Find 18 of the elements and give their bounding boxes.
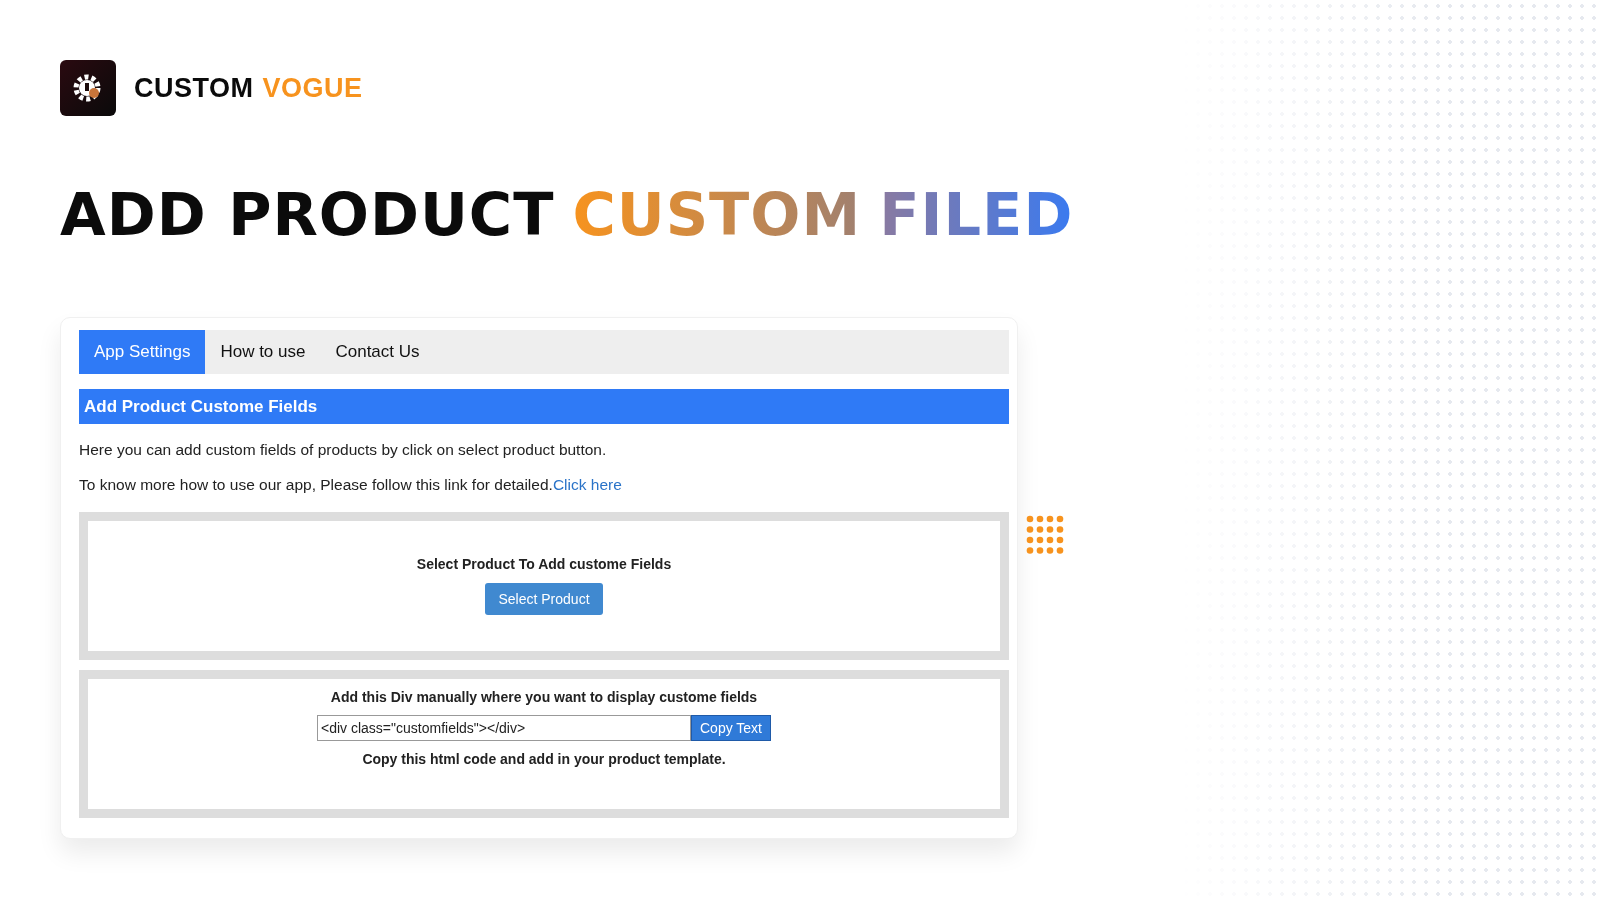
brand-name: VOGUE (262, 72, 363, 104)
panel-heading: Add this Div manually where you want to display custome fields (330, 689, 758, 705)
tab[interactable]: Contact Us (320, 330, 435, 374)
copy-text-button[interactable]: Copy Text (691, 715, 771, 741)
gear-wrench-icon (60, 60, 116, 116)
select-product-button[interactable]: Select Product (485, 583, 603, 615)
help-link[interactable]: Click here (552, 476, 622, 493)
intro-text: Here you can add custom fields of products by click on select product button. (79, 441, 608, 459)
dot-grid-icon (1026, 515, 1064, 555)
tab[interactable]: How to use (205, 330, 321, 374)
panel-note: Copy this html code and add in your product template. (362, 751, 726, 767)
info-text: To know more how to use our app, Please follow this link for detailed.Click here (79, 476, 623, 494)
section-header: Add Product Custome Fields (79, 389, 1009, 424)
tab[interactable]: App Settings (79, 330, 206, 374)
panel-heading: Select Product To Add custome Fields (416, 556, 672, 572)
headline: ADD PRODUCT (60, 180, 555, 249)
brand-name: CUSTOM (134, 72, 254, 104)
code-field[interactable]: <div class="customfields"></div> (317, 715, 691, 741)
